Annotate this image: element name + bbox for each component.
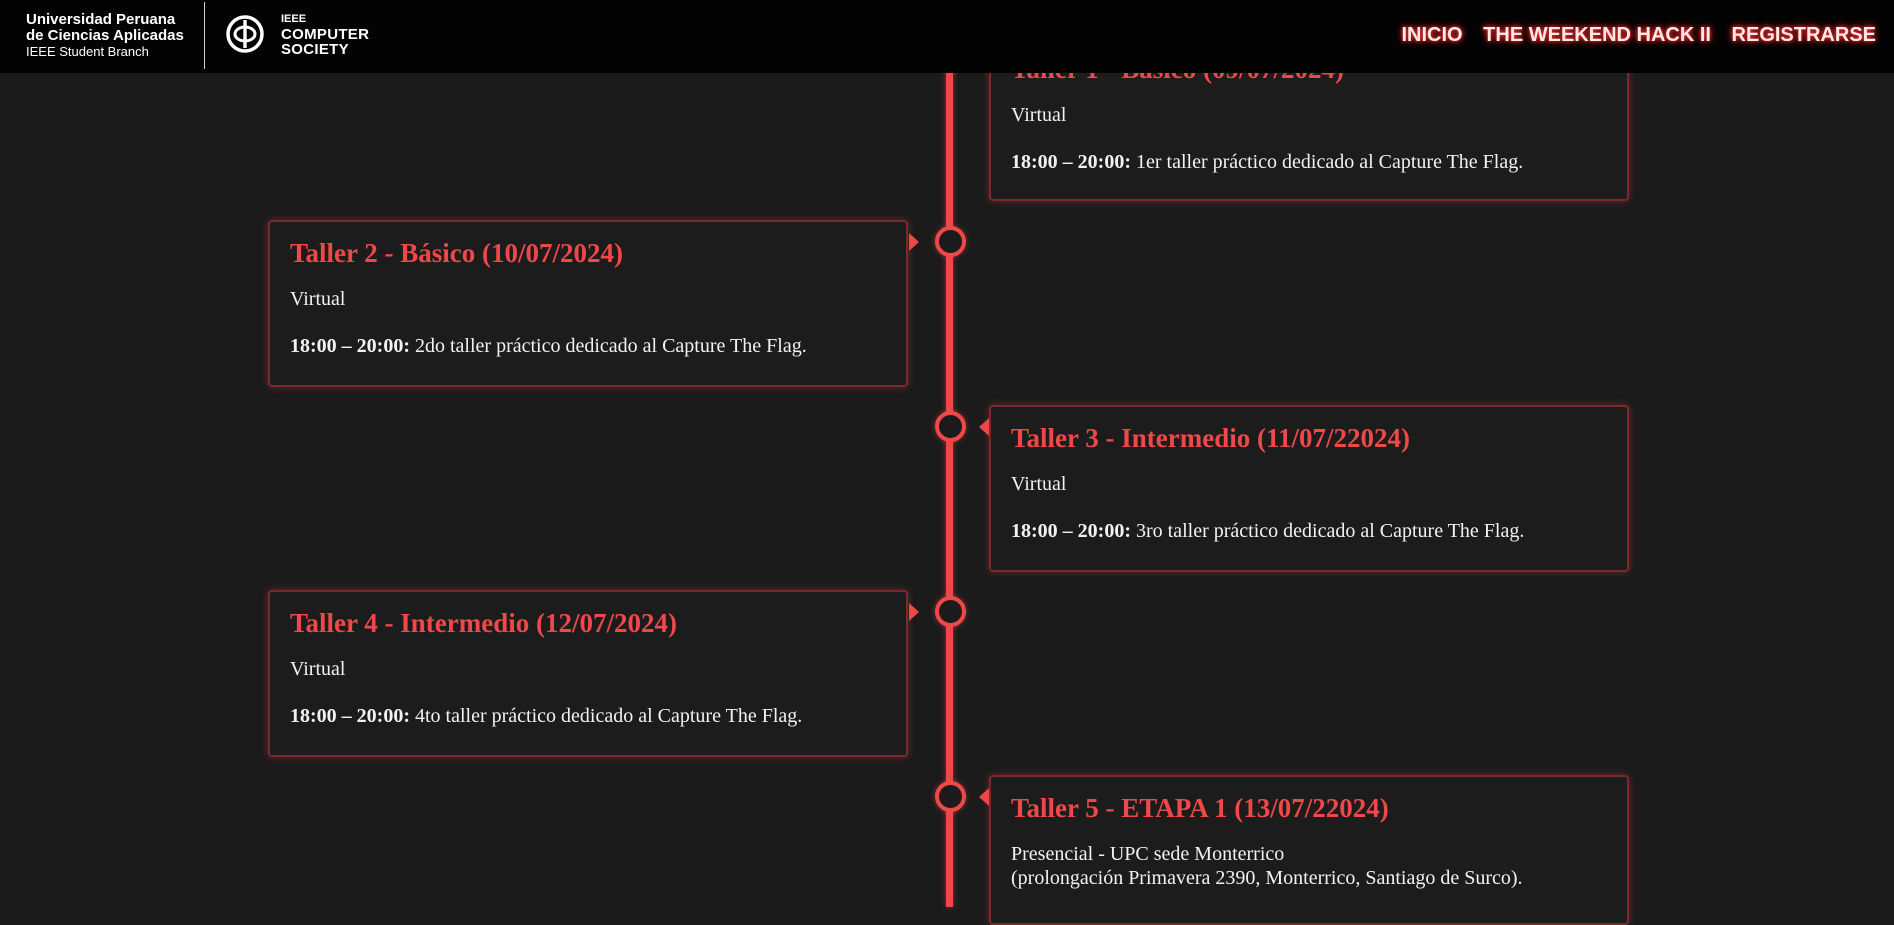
event-title: Taller 2 - Básico (10/07/2024) <box>290 238 623 268</box>
logo-line: Universidad Peruana <box>26 11 176 28</box>
main-nav: INICIO THE WEEKEND HACK II REGISTRARSE <box>1386 24 1876 47</box>
event-title: Taller 4 - Intermedio (12/07/2024) <box>290 608 677 638</box>
event-text: 3ro taller práctico dedicado al Capture … <box>1130 520 1525 543</box>
event-mode: Virtual <box>290 658 346 681</box>
card-pointer <box>909 603 919 621</box>
event-time: 18:00 – 20:00: <box>1011 151 1131 174</box>
timeline-node <box>935 226 966 257</box>
event-text: 1er taller práctico dedicado al Capture … <box>1130 151 1524 174</box>
logo-line: COMPUTER <box>281 26 370 43</box>
event-text: 2do taller práctico dedicado al Capture … <box>409 335 807 358</box>
event-description: 18:00 – 20:00: 3ro taller práctico dedic… <box>1011 519 1607 543</box>
timeline-node <box>935 596 966 627</box>
upc-ieee-logo[interactable]: Universidad Peruana de Ciencias Aplicada… <box>26 12 184 60</box>
event-description: 18:00 – 20:00: 4to taller práctico dedic… <box>290 704 886 728</box>
nav-inicio[interactable]: INICIO <box>1401 24 1462 46</box>
logo-line: de Ciencias Aplicadas <box>26 27 184 44</box>
timeline-line <box>946 0 953 907</box>
event-mode: Presencial - UPC sede Monterrico <box>1011 843 1285 866</box>
event-mode: Virtual <box>1011 104 1067 127</box>
event-description: 18:00 – 20:00: 1er taller práctico dedic… <box>1011 150 1607 174</box>
logo-line: SOCIETY <box>281 41 349 58</box>
event-card: Taller 5 - ETAPA 1 (13/07/22024) Presenc… <box>989 775 1629 925</box>
event-card: Taller 4 - Intermedio (12/07/2024) Virtu… <box>268 590 908 757</box>
event-mode: Virtual <box>290 288 346 311</box>
nav-weekend-hack[interactable]: THE WEEKEND HACK II <box>1483 24 1711 46</box>
card-pointer <box>979 788 989 806</box>
event-address: (prolongación Primavera 2390, Monterrico… <box>1011 867 1523 890</box>
computer-society-icon <box>226 15 264 53</box>
event-time: 18:00 – 20:00: <box>290 705 410 728</box>
logo-line: IEEE Student Branch <box>26 44 149 59</box>
top-navbar: Universidad Peruana de Ciencias Aplicada… <box>0 0 1894 73</box>
event-description: 18:00 – 20:00: 2do taller práctico dedic… <box>290 334 886 358</box>
timeline-node <box>935 411 966 442</box>
logo-divider <box>204 2 205 69</box>
event-card: Taller 3 - Intermedio (11/07/22024) Virt… <box>989 405 1629 572</box>
timeline-node <box>935 781 966 812</box>
event-card: Taller 2 - Básico (10/07/2024) Virtual 1… <box>268 220 908 387</box>
logo-ieee: IEEE <box>281 13 307 25</box>
card-pointer <box>979 418 989 436</box>
card-pointer <box>909 233 919 251</box>
event-time: 18:00 – 20:00: <box>290 335 410 358</box>
event-title: Taller 3 - Intermedio (11/07/22024) <box>1011 423 1410 453</box>
event-time: 18:00 – 20:00: <box>1011 520 1131 543</box>
nav-registrarse[interactable]: REGISTRARSE <box>1732 24 1876 46</box>
event-mode: Virtual <box>1011 473 1067 496</box>
event-text: 4to taller práctico dedicado al Capture … <box>409 705 803 728</box>
computer-society-text: IEEE COMPUTER SOCIETY <box>281 12 369 57</box>
event-title: Taller 5 - ETAPA 1 (13/07/22024) <box>1011 793 1389 823</box>
